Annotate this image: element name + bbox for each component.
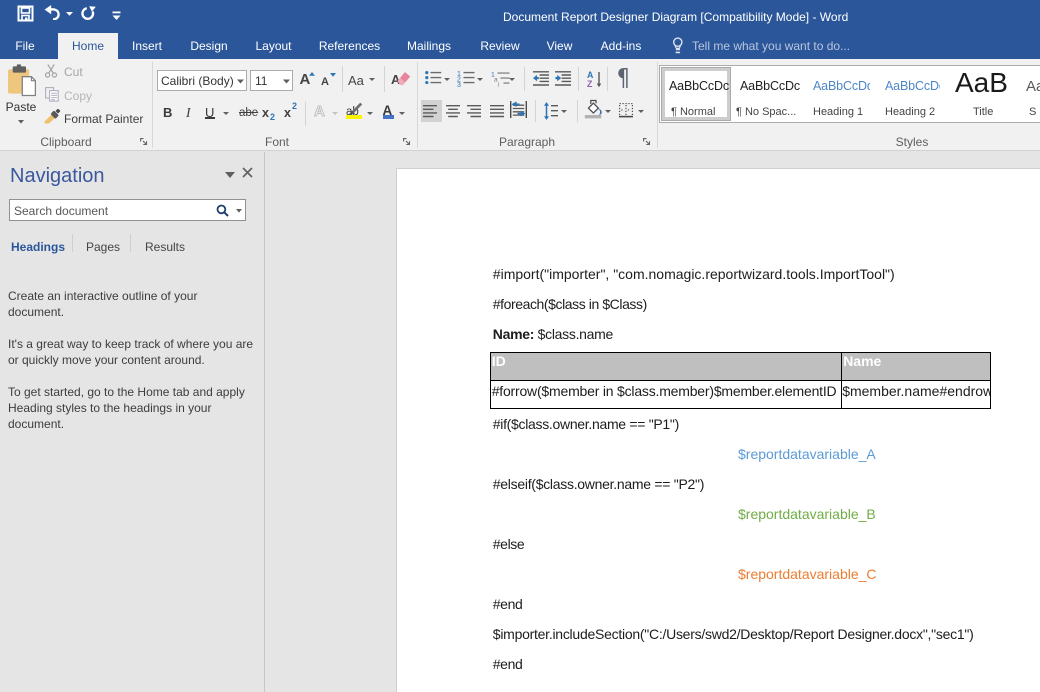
svg-text:Z: Z (587, 79, 593, 88)
svg-text:i: i (498, 82, 499, 88)
svg-text:3: 3 (457, 82, 461, 87)
